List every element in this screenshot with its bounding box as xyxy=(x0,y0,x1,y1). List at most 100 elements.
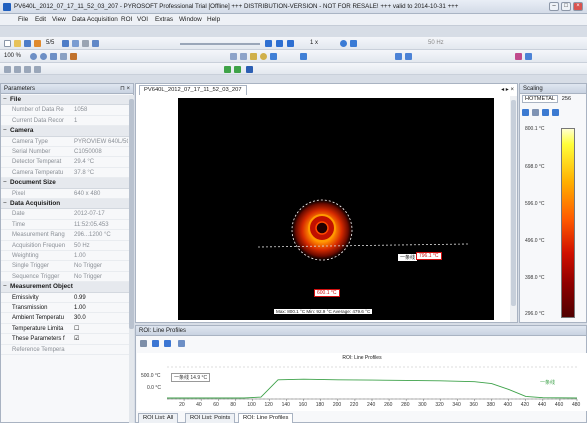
param-row: Acquisition Frequen 50 Hz xyxy=(1,241,129,251)
menu-voi[interactable]: VOI xyxy=(137,16,148,23)
save-icon[interactable] xyxy=(62,40,69,47)
zoom-in-icon[interactable] xyxy=(30,53,37,60)
y-tick-label: 0.0 °C xyxy=(147,385,161,391)
tab-roi-list-points[interactable]: ROI List: Points xyxy=(185,413,236,423)
camera-icon[interactable] xyxy=(92,40,99,47)
scrollbar-thumb[interactable] xyxy=(129,99,134,329)
scaling-panel: Scaling HOTMETAL 256 800.1 °C 698.0 °C 5… xyxy=(519,83,587,323)
polygon-roi-icon[interactable] xyxy=(270,53,277,60)
param-row[interactable]: Transmission 1.00 xyxy=(1,303,129,314)
param-row: Weighting 1.00 xyxy=(1,251,129,262)
measure-icon[interactable] xyxy=(300,53,307,60)
series-legend-right: 一条线 xyxy=(540,380,556,386)
open-folder-icon[interactable] xyxy=(14,40,21,47)
menu-roi[interactable]: ROI xyxy=(121,16,132,23)
ellipse-roi-icon[interactable] xyxy=(260,53,267,60)
roi-line[interactable] xyxy=(257,243,469,248)
palette-icon[interactable] xyxy=(70,53,77,60)
document-tab[interactable]: PV640L_2012_07_17_11_52_03_207 xyxy=(139,85,247,95)
timeline-slider[interactable] xyxy=(180,43,260,45)
hot-temp-label: 796.1 °C xyxy=(416,252,442,260)
document-vscrollbar[interactable] xyxy=(510,96,517,322)
param-row: Camera Type PYROVIEW 640L/5C xyxy=(1,137,129,147)
menu-window[interactable]: Window xyxy=(179,16,202,23)
flip-icon[interactable] xyxy=(34,66,41,73)
zoom-out-icon[interactable] xyxy=(40,53,47,60)
x-tick-label: 220 xyxy=(349,402,359,408)
rotate-icon[interactable] xyxy=(24,66,31,73)
next-frame-icon[interactable] xyxy=(287,40,294,47)
view-icon[interactable] xyxy=(234,66,241,73)
play-icon[interactable] xyxy=(265,40,272,47)
pan-icon[interactable] xyxy=(14,66,21,73)
view-icon[interactable] xyxy=(224,66,231,73)
category-camera[interactable]: Camera xyxy=(1,126,129,137)
minimize-button[interactable]: – xyxy=(549,2,559,11)
menu-extras[interactable]: Extras xyxy=(155,16,173,23)
fit-icon[interactable] xyxy=(50,53,57,60)
histogram-icon[interactable] xyxy=(405,53,412,60)
series-line xyxy=(167,378,578,399)
steps-select[interactable]: 256 xyxy=(562,96,571,102)
scale-up-icon[interactable] xyxy=(542,109,549,116)
point-roi-icon[interactable] xyxy=(240,53,247,60)
profile-chart-icon[interactable] xyxy=(178,340,185,347)
menu-data-acquisition[interactable]: Data Acquisition xyxy=(72,16,118,23)
save-icon[interactable] xyxy=(24,40,31,47)
param-row[interactable]: These Parameters f ☑ xyxy=(1,334,129,345)
close-button[interactable]: × xyxy=(573,2,583,11)
export-icon[interactable] xyxy=(525,53,532,60)
record-icon[interactable] xyxy=(340,40,347,47)
speed-select[interactable]: 1 x xyxy=(310,40,318,46)
panel-pin-close[interactable]: ⊓ × xyxy=(120,84,130,94)
arrow-icon[interactable] xyxy=(34,40,41,47)
profile-list-icon[interactable] xyxy=(164,340,171,347)
menu-help[interactable]: Help xyxy=(207,16,220,23)
profile-export-icon[interactable] xyxy=(140,340,147,347)
maximize-button[interactable]: □ xyxy=(561,2,571,11)
x-tick-label: 240 xyxy=(367,402,376,408)
menu-file[interactable]: File xyxy=(18,16,28,23)
forward-icon[interactable] xyxy=(350,40,357,47)
param-row: Number of Data Re 1058 xyxy=(1,105,129,116)
profile-line-icon[interactable] xyxy=(152,340,159,347)
param-row[interactable]: Emissivity 0.99 xyxy=(1,293,129,303)
scale-down-icon[interactable] xyxy=(552,109,559,116)
grid-icon[interactable] xyxy=(60,53,67,60)
tab-roi-list-all[interactable]: ROI List: All xyxy=(138,413,179,423)
copy-icon[interactable] xyxy=(72,40,79,47)
print-icon[interactable] xyxy=(82,40,89,47)
category-measurement-object[interactable]: Measurement Object xyxy=(1,282,129,293)
param-row: Sequence Trigger No Trigger xyxy=(1,272,129,283)
category-data-acquisition[interactable]: Data Acquisition xyxy=(1,199,129,210)
scaling-header: Scaling xyxy=(520,84,586,94)
line-profile-svg xyxy=(167,366,578,401)
param-row: Single Trigger No Trigger xyxy=(1,261,129,272)
tab-roi-line-profiles[interactable]: ROI: Line Profiles xyxy=(238,413,294,423)
scale-lock-icon[interactable] xyxy=(532,109,539,116)
menu-edit[interactable]: Edit xyxy=(35,16,46,23)
new-file-icon[interactable] xyxy=(4,40,11,47)
parameters-scrollbar[interactable] xyxy=(129,95,134,423)
pause-icon[interactable] xyxy=(276,40,283,47)
x-tick-label: 80 xyxy=(230,402,236,408)
chart-icon[interactable] xyxy=(515,53,522,60)
frame-counter: 5/5 xyxy=(46,40,55,46)
param-row[interactable]: Temperature Limita ☐ xyxy=(1,324,129,335)
profile-icon[interactable] xyxy=(395,53,402,60)
param-row[interactable]: Ambient Temperatu 30.0 xyxy=(1,313,129,324)
palette-select[interactable]: HOTMETAL xyxy=(522,95,559,103)
category-file[interactable]: File xyxy=(1,95,129,106)
toolbar-main: 5/5 1 x 50 Hz xyxy=(0,37,587,50)
rate-select[interactable]: 50 Hz xyxy=(428,40,444,46)
monitor-icon[interactable] xyxy=(246,66,253,73)
cursor-icon[interactable] xyxy=(4,66,11,73)
category-document-size[interactable]: Document Size xyxy=(1,178,129,189)
scale-auto-icon[interactable] xyxy=(522,109,529,116)
zoom-select[interactable]: 100 % xyxy=(4,53,21,59)
line-roi-icon[interactable] xyxy=(230,53,237,60)
document-tab-controls[interactable]: ◂ ▸ × xyxy=(501,86,514,93)
menu-view[interactable]: View xyxy=(52,16,66,23)
toolbar-view: 100 % xyxy=(0,50,587,63)
rect-roi-icon[interactable] xyxy=(250,53,257,60)
